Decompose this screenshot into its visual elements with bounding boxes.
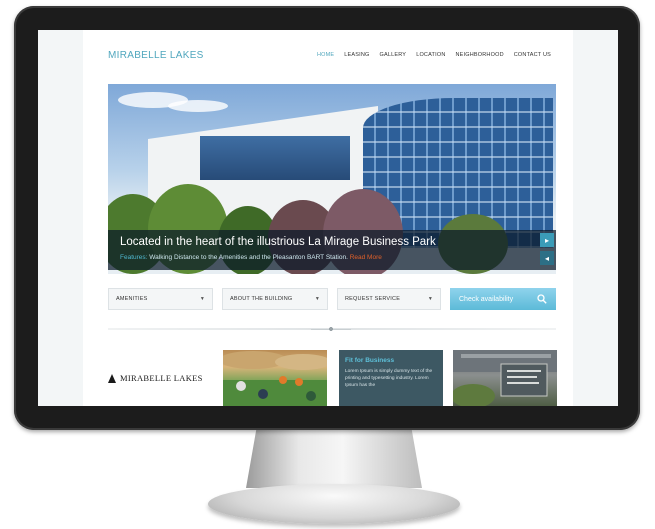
card-body: Lorem Ipsum is simply dummy text of the …: [345, 369, 433, 388]
feature-text: Walking Distance to the Amenities and th…: [149, 254, 348, 261]
nav-neighborhood[interactable]: NEIGHBORHOOD: [456, 52, 504, 58]
fit-for-business-card[interactable]: Fit for Business Lorem Ipsum is simply d…: [339, 350, 443, 406]
request-service-label: REQUEST SERVICE: [345, 296, 401, 302]
site-header: MIRABELLE LAKES HOME LEASING GALLERY LOC…: [83, 30, 573, 84]
chevron-left-icon: ◂: [544, 253, 549, 263]
about-building-dropdown[interactable]: ABOUT THE BUILDING ▼: [222, 288, 328, 310]
prev-slide-button[interactable]: ◂: [540, 251, 554, 265]
monitor-screen: MIRABELLE LAKES HOME LEASING GALLERY LOC…: [38, 30, 618, 406]
hero-caption: Located in the heart of the illustrious …: [108, 230, 556, 270]
nav-location[interactable]: LOCATION: [416, 52, 445, 58]
next-slide-button[interactable]: ▸: [540, 233, 554, 247]
about-building-label: ABOUT THE BUILDING: [230, 296, 293, 302]
nav-leasing[interactable]: LEASING: [344, 52, 369, 58]
site-logo[interactable]: MIRABELLE LAKES: [108, 50, 204, 61]
filter-bar: AMENITIES ▼ ABOUT THE BUILDING ▼ REQUEST…: [108, 288, 556, 312]
brand-name: MIRABELLE LAKES: [120, 373, 203, 383]
search-icon: [537, 294, 547, 304]
monitor-stand-base: [208, 484, 460, 524]
amenities-dropdown[interactable]: AMENITIES ▼: [108, 288, 213, 310]
hero-feature-line: Features: Walking Distance to the Amenit…: [120, 254, 382, 261]
cloud: [168, 100, 228, 112]
chevron-down-icon: ▼: [427, 296, 433, 302]
check-availability-button[interactable]: Check availability: [450, 288, 556, 310]
chevron-down-icon: ▼: [199, 296, 205, 302]
amenities-photo-card[interactable]: [223, 350, 327, 406]
footer-brand: MIRABELLE LAKES: [108, 373, 203, 383]
check-availability-label: Check availability: [459, 295, 514, 303]
building-sign-image: [453, 350, 557, 406]
read-more-link[interactable]: Read More: [350, 254, 382, 261]
amenities-label: AMENITIES: [116, 296, 148, 302]
website-page: MIRABELLE LAKES HOME LEASING GALLERY LOC…: [83, 30, 573, 406]
nav-contact-us[interactable]: CONTACT US: [514, 52, 551, 58]
building-sign-photo-card[interactable]: [453, 350, 557, 406]
brand-logo-icon: [108, 373, 116, 383]
monitor-stand-neck: [246, 428, 422, 488]
outdoor-dining-image: [223, 351, 327, 406]
divider-ornament: [311, 324, 351, 334]
hero-slider: Located in the heart of the illustrious …: [108, 84, 556, 274]
stage: MIRABELLE LAKES HOME LEASING GALLERY LOC…: [0, 0, 655, 529]
chevron-right-icon: ▸: [544, 235, 549, 245]
nav-home[interactable]: HOME: [317, 52, 334, 58]
hero-title: Located in the heart of the illustrious …: [120, 236, 436, 248]
card-title: Fit for Business: [345, 357, 395, 364]
chevron-down-icon: ▼: [314, 296, 320, 302]
main-nav: HOME LEASING GALLERY LOCATION NEIGHBORHO…: [317, 52, 551, 58]
nav-gallery[interactable]: GALLERY: [380, 52, 407, 58]
feature-label: Features:: [120, 254, 148, 261]
request-service-dropdown[interactable]: REQUEST SERVICE ▼: [337, 288, 441, 310]
